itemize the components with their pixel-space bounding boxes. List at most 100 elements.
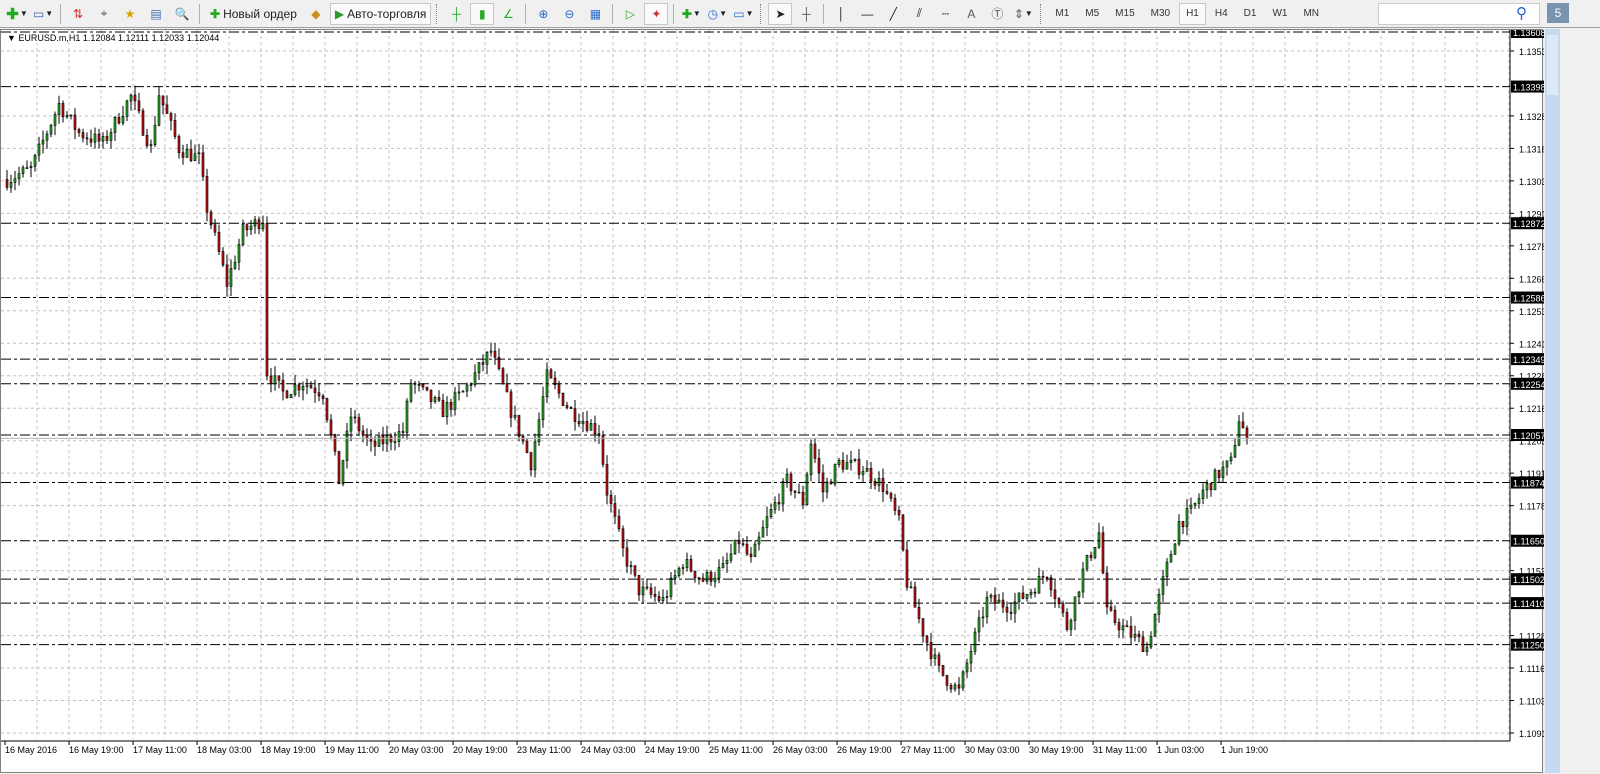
candle-bull — [773, 502, 777, 510]
candle-bear — [741, 543, 745, 546]
candle-bear — [873, 480, 877, 486]
auto-trading-button[interactable]: ▶ Авто-торговля — [329, 2, 432, 25]
candle-bull — [1017, 592, 1021, 603]
timeframe-m5[interactable]: M5 — [1078, 3, 1106, 25]
toolbar-grip[interactable] — [760, 3, 763, 24]
candle-bull — [233, 261, 237, 269]
terminal-button[interactable]: ▤ — [144, 3, 168, 25]
fibonacci-button[interactable]: ┄ — [933, 3, 957, 25]
timeframe-m1[interactable]: M1 — [1048, 3, 1076, 25]
search-icon[interactable]: ⚲ — [1516, 4, 1527, 22]
y-tick-label: 1.13160 — [1519, 144, 1544, 154]
candle-bear — [1021, 592, 1025, 599]
crosshair-button[interactable]: ┼ — [794, 3, 818, 25]
candle-bear — [217, 231, 221, 252]
tile-windows-button[interactable]: ▦ — [583, 3, 607, 25]
timeframe-m15[interactable]: M15 — [1108, 3, 1141, 25]
candle-bear — [493, 350, 497, 358]
candle-bear — [165, 104, 169, 114]
collapse-triangle-icon[interactable]: ▼ — [7, 33, 18, 43]
candle-bear — [317, 392, 321, 397]
new-chart-button[interactable]: ✚ ▼ — [5, 3, 29, 25]
vertical-scrollbar[interactable] — [1545, 29, 1560, 773]
strategy-tester-button[interactable]: 🔍 — [170, 3, 194, 25]
candle-bear — [1113, 609, 1117, 623]
navigator-button[interactable]: ⌖ — [92, 3, 116, 25]
candle-bear — [325, 398, 329, 421]
timeframe-w1[interactable]: W1 — [1265, 3, 1294, 25]
arrows-button[interactable]: ⇕ ▼ — [1011, 3, 1035, 25]
chart-shift-button[interactable]: ✦ — [644, 2, 669, 25]
candle-bull — [733, 539, 737, 555]
candle-bull — [409, 382, 413, 402]
auto-scroll-icon: ▷ — [625, 6, 635, 21]
candle-bull — [677, 567, 681, 576]
notifications-badge[interactable]: 5 — [1547, 3, 1569, 23]
auto-scroll-button[interactable]: ▷ — [618, 3, 642, 25]
toolbar-grip[interactable] — [1040, 3, 1043, 24]
candle-bear — [337, 450, 341, 485]
candle-bear — [437, 397, 441, 401]
candle-bear — [89, 138, 93, 143]
candle-bear — [789, 473, 793, 492]
x-tick-label: 27 May 11:00 — [901, 745, 955, 755]
separator — [60, 3, 61, 24]
timeframe-h1[interactable]: H1 — [1179, 2, 1206, 25]
candlestick-button[interactable]: ▮ — [470, 2, 495, 25]
x-tick-label: 25 May 11:00 — [709, 745, 763, 755]
candle-bull — [757, 536, 761, 545]
zoom-out-button[interactable]: ⊖ — [557, 3, 581, 25]
favorites-button[interactable]: ★ — [118, 3, 142, 25]
channel-icon: ⫽ — [916, 6, 923, 20]
candle-bear — [285, 390, 289, 399]
indicators-button[interactable]: ✚ ▼ — [679, 3, 703, 25]
chart-window[interactable]: 1.135351.132851.131601.130351.129101.127… — [0, 29, 1544, 774]
timeframe-d1[interactable]: D1 — [1237, 3, 1264, 25]
zoom-in-button[interactable]: ⊕ — [531, 3, 555, 25]
candle-bull — [485, 351, 489, 365]
candle-bull — [489, 350, 493, 353]
cursor-button[interactable]: ➤ — [768, 2, 793, 25]
metaeditor-button[interactable]: ◆ — [304, 3, 328, 25]
level-label: 1.12349 — [1513, 355, 1544, 365]
periods-button[interactable]: ◷ ▼ — [705, 3, 729, 25]
candle-bear — [1241, 421, 1245, 429]
scrollbar-thumb[interactable] — [1547, 35, 1558, 95]
candle-bear — [169, 113, 173, 121]
candle-bear — [1101, 532, 1105, 574]
bar-chart-icon: ┼ — [452, 6, 461, 21]
timeframe-mn[interactable]: MN — [1296, 3, 1326, 25]
candle-bear — [309, 385, 313, 389]
toolbar-grip[interactable] — [436, 3, 439, 24]
timeframe-m30[interactable]: M30 — [1144, 3, 1177, 25]
candle-bull — [1069, 620, 1073, 630]
new-order-button[interactable]: ✚ Новый ордер — [205, 3, 302, 25]
candle-bull — [833, 464, 837, 485]
timeframe-h4[interactable]: H4 — [1208, 3, 1235, 25]
equidistant-channel-button[interactable]: ⫽ — [907, 3, 931, 25]
level-label: 1.13608 — [1513, 30, 1544, 38]
line-chart-button[interactable]: ∠ — [496, 3, 520, 25]
candle-bull — [1077, 591, 1081, 598]
x-tick-label: 30 May 03:00 — [965, 745, 1020, 755]
market-watch-button[interactable]: ⇅ — [66, 3, 90, 25]
level-label: 1.12586 — [1513, 294, 1544, 304]
level-label: 1.12057 — [1513, 431, 1544, 441]
vertical-line-button[interactable]: │ — [829, 3, 853, 25]
candle-bear — [361, 430, 365, 436]
horizontal-line-button[interactable]: — — [855, 3, 879, 25]
templates-button[interactable]: ▭ ▼ — [731, 3, 755, 25]
candle-bull — [1153, 614, 1157, 637]
bar-chart-button[interactable]: ┼ — [444, 3, 468, 25]
text-label-button[interactable]: Ⓣ — [985, 3, 1009, 25]
candle-bear — [577, 421, 581, 425]
candle-bear — [525, 440, 529, 453]
profiles-button[interactable]: ▭ ▼ — [31, 3, 55, 25]
candlestick-icon: ▮ — [479, 6, 486, 21]
candlestick-chart[interactable]: 1.135351.132851.131601.130351.129101.127… — [1, 30, 1544, 774]
text-button[interactable]: A — [959, 3, 983, 25]
candle-bear — [517, 415, 521, 437]
candle-bear — [897, 510, 901, 516]
candle-bear — [357, 417, 361, 432]
trendline-button[interactable]: ╱ — [881, 3, 905, 25]
